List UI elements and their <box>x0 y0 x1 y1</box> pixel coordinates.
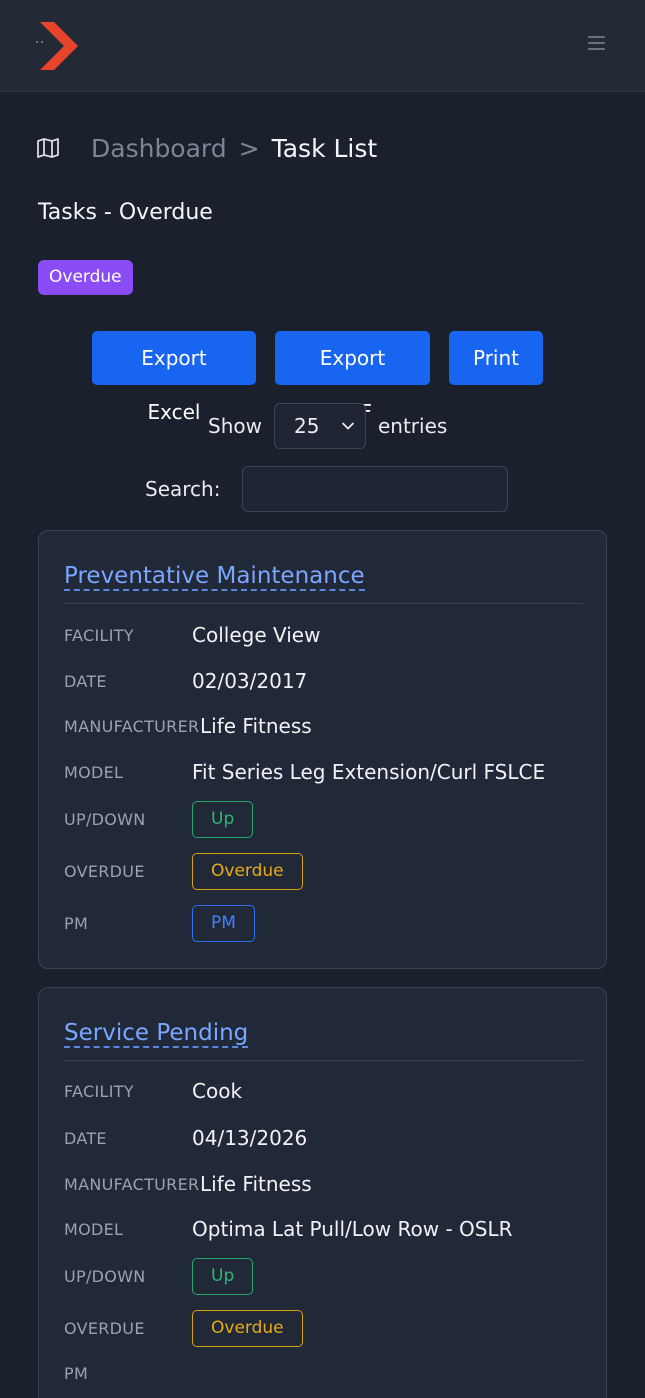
field-manufacturer: MANUFACTURER Life Fitness <box>64 1172 312 1196</box>
field-label: OVERDUE <box>64 862 145 881</box>
field-label: UP/DOWN <box>64 1267 146 1286</box>
facility-value: College View <box>192 623 321 647</box>
field-updown: UP/DOWN Up <box>64 1258 254 1295</box>
field-label: FACILITY <box>64 1081 134 1101</box>
model-value: Fit Series Leg Extension/Curl FSLCE <box>192 760 546 784</box>
manufacturer-value: Life Fitness <box>200 714 312 738</box>
manufacturer-value: Life Fitness <box>200 1172 312 1196</box>
overdue-status-tag: Overdue <box>192 853 303 890</box>
export-excel-button[interactable]: Export Excel <box>92 331 256 424</box>
field-date: DATE 02/03/2017 <box>64 669 307 693</box>
export-pdf-button[interactable]: Export PDF <box>275 331 430 424</box>
entries-select-value: 25 <box>293 414 320 438</box>
card-divider <box>64 603 583 604</box>
chevron-down-icon <box>342 422 354 430</box>
hamburger-menu-icon[interactable] <box>584 36 608 56</box>
map-icon <box>37 138 59 158</box>
search-label: Search: <box>145 477 221 501</box>
pm-status-tag: PM <box>192 905 255 942</box>
field-overdue: OVERDUE Overdue <box>64 853 303 890</box>
field-pm: PM <box>64 1364 192 1383</box>
field-date: DATE 04/13/2026 <box>64 1126 307 1150</box>
logo-icon[interactable] <box>34 20 80 72</box>
field-overdue: OVERDUE Overdue <box>64 1310 303 1347</box>
field-label: DATE <box>64 1128 107 1148</box>
task-card: Preventative Maintenance FACILITY Colleg… <box>38 530 607 969</box>
field-label: MODEL <box>64 1219 124 1239</box>
field-updown: UP/DOWN Up <box>64 801 254 838</box>
search-control: Search: <box>145 466 509 512</box>
breadcrumb-separator: > <box>238 133 260 163</box>
entries-label: entries <box>377 414 448 438</box>
field-label: PM <box>64 1364 89 1383</box>
field-pm: PM PM <box>64 905 255 942</box>
card-divider <box>64 1060 583 1061</box>
field-facility: FACILITY Cook <box>64 1079 242 1103</box>
task-title-link[interactable]: Preventative Maintenance <box>64 563 365 591</box>
date-value: 02/03/2017 <box>192 669 308 693</box>
search-input[interactable] <box>242 466 509 512</box>
date-value: 04/13/2026 <box>192 1126 308 1150</box>
task-card: Service Pending FACILITY Cook DATE 04/13… <box>38 987 607 1398</box>
field-manufacturer: MANUFACTURER Life Fitness <box>64 714 312 738</box>
up-status-tag: Up <box>192 1258 254 1295</box>
field-model: MODEL Optima Lat Pull/Low Row - OSLR <box>64 1217 513 1241</box>
facility-value: Cook <box>192 1079 243 1103</box>
top-navbar <box>0 0 645 92</box>
field-label: DATE <box>64 671 107 691</box>
field-label: MODEL <box>64 762 124 782</box>
print-button[interactable]: Print <box>449 331 543 385</box>
breadcrumb-dashboard-link[interactable]: Dashboard <box>91 134 227 163</box>
field-label: UP/DOWN <box>64 810 146 829</box>
export-toolbar: Export Excel Export PDF Print <box>92 331 543 424</box>
status-badge: Overdue <box>38 260 133 295</box>
field-label: MANUFACTURER <box>64 1174 200 1194</box>
page-title: Tasks - Overdue <box>38 200 213 225</box>
field-label: FACILITY <box>64 625 134 645</box>
field-model: MODEL Fit Series Leg Extension/Curl FSLC… <box>64 760 545 784</box>
task-title-link[interactable]: Service Pending <box>64 1020 249 1048</box>
field-label: MANUFACTURER <box>64 716 200 736</box>
field-label: PM <box>64 914 89 933</box>
entries-control: Show 25 entries <box>208 403 447 449</box>
show-label: Show <box>208 414 262 438</box>
up-status-tag: Up <box>192 801 254 838</box>
overdue-status-tag: Overdue <box>192 1310 303 1347</box>
breadcrumb-current: Task List <box>271 133 378 163</box>
field-label: OVERDUE <box>64 1319 145 1338</box>
entries-select[interactable]: 25 <box>273 403 366 449</box>
field-facility: FACILITY College View <box>64 623 320 647</box>
breadcrumb: Dashboard > Task List <box>37 130 377 166</box>
model-value: Optima Lat Pull/Low Row - OSLR <box>192 1217 513 1241</box>
